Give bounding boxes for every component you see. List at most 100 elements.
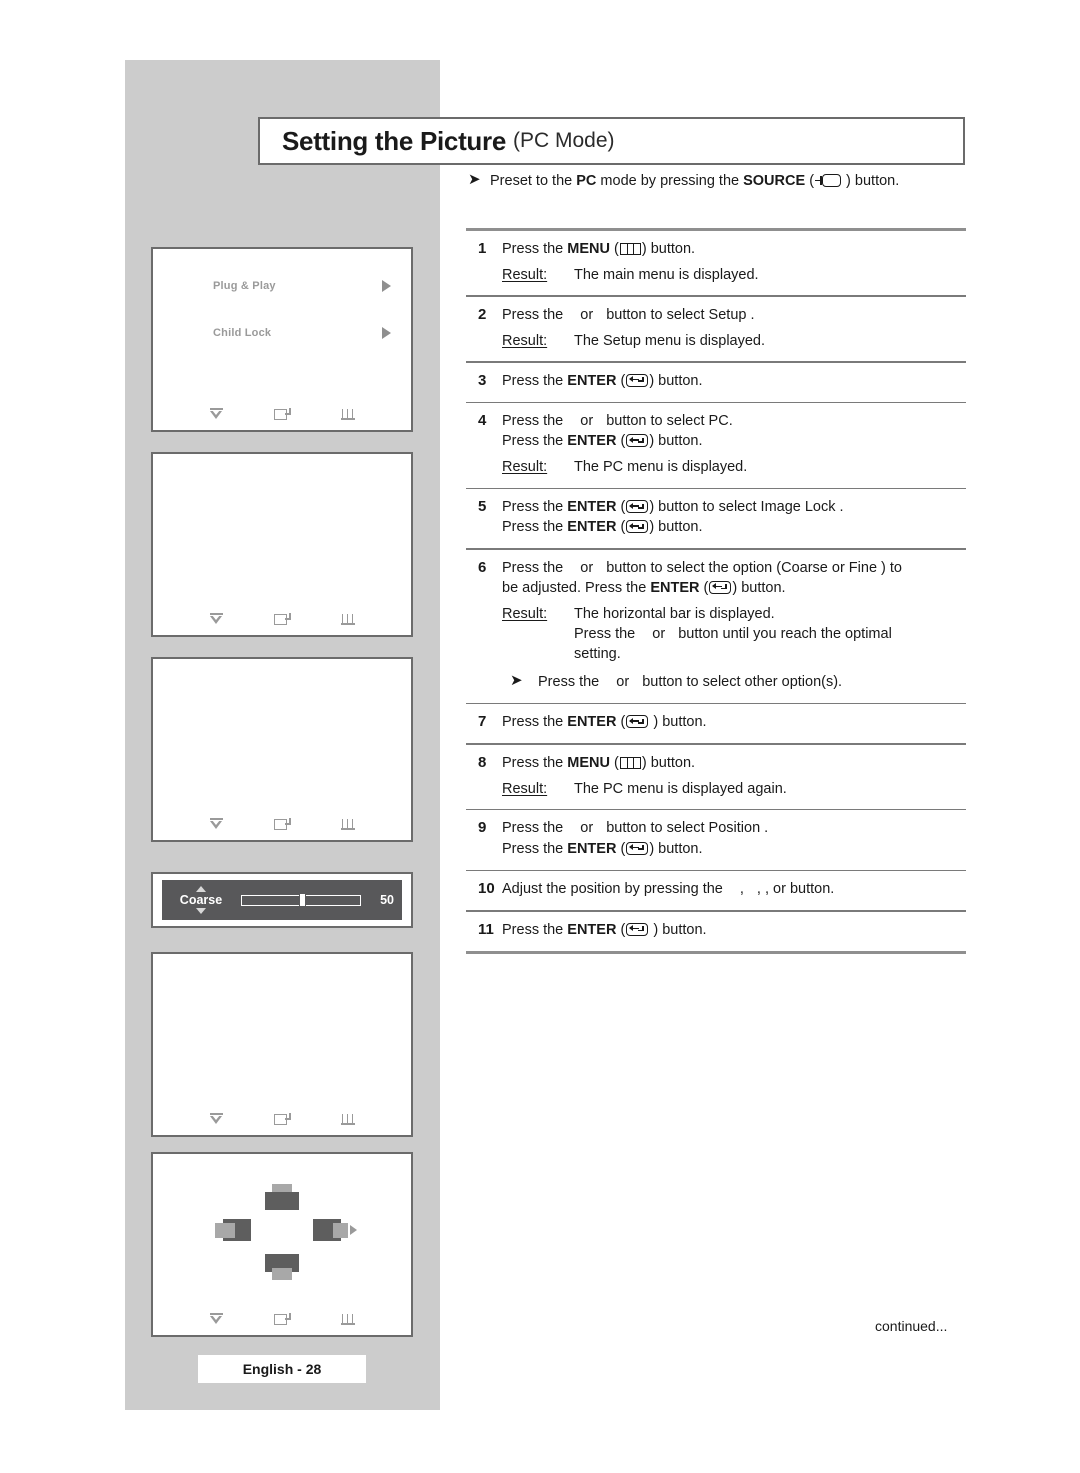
step-result: Result: The horizontal bar is displayed.… [502, 605, 966, 664]
return-icon [340, 408, 356, 421]
tv-screen-image-lock-menu [151, 657, 413, 842]
shift-left-icon[interactable] [215, 1219, 251, 1241]
step-body: Press the ENTER ( ) button. [502, 921, 966, 941]
result-label: Result: [502, 780, 548, 797]
step-body: Press the or button to select PC. Press t… [502, 412, 966, 477]
step-result: Result: The PC menu is displayed. [502, 458, 966, 477]
step-line: Press the ENTER () button. [502, 840, 703, 857]
step-body: Adjust the position by pressing the ,, ,… [502, 880, 966, 900]
tv-screen-pc-menu [151, 452, 413, 637]
enter-icon [273, 613, 291, 626]
result-extra-line2: setting. [574, 646, 621, 663]
step-line: Press the or button to select the option … [502, 559, 902, 576]
step-number: 5 [478, 498, 487, 515]
triangle-down-icon[interactable] [196, 908, 206, 914]
shift-up-icon[interactable] [265, 1184, 299, 1210]
triangle-up-icon[interactable] [196, 886, 206, 892]
osd-navbar [153, 1113, 411, 1126]
enter-key-icon [626, 715, 649, 728]
enter-key-icon [626, 434, 649, 448]
step-result: Result: The Setup menu is displayed. [502, 332, 966, 351]
osd-slider-knob[interactable] [298, 893, 306, 907]
step-body: Press the or button to select Position . … [502, 819, 966, 859]
osd-menu-item-plug-and-play[interactable]: Plug & Play [213, 277, 391, 295]
shift-down-icon[interactable] [265, 1254, 299, 1280]
result-text: The horizontal bar is displayed. Press t… [574, 605, 966, 664]
osd-navbar [153, 1313, 411, 1326]
step-line: Press the or button to select PC. [502, 413, 733, 430]
osd-navbar [153, 408, 411, 421]
step-row: 4 Press the or button to select PC. Press… [466, 403, 966, 487]
page-title: Setting the Picture [282, 125, 506, 156]
step-row: 11 Press the ENTER ( ) button. [466, 912, 966, 951]
step-number: 11 [478, 920, 494, 938]
enter-key-icon [626, 841, 649, 855]
osd-menu-item-label: Child Lock [213, 327, 272, 339]
step-body: Press the or button to select Setup . Res… [502, 306, 966, 351]
osd-slider-track[interactable] [241, 893, 361, 907]
menu-key-icon [619, 756, 641, 769]
shift-right-icon[interactable] [313, 1219, 357, 1241]
intro-note-text: Preset to the PC mode by pressing the SO… [490, 173, 900, 189]
step-line: Adjust the position by pressing the ,, ,… [502, 881, 835, 898]
step-line: Press the ENTER ( ) button. [502, 714, 707, 730]
step-sub-bullet: ➤ Press the or button to select other opt… [502, 673, 966, 692]
step-row: 9 Press the or button to select Position … [466, 810, 966, 869]
page-title-mode: (PC Mode) [513, 129, 615, 152]
osd-menu-list: Plug & Play Child Lock [213, 277, 391, 371]
step-row: 7 Press the ENTER ( ) button. [466, 704, 966, 743]
position-adjust-stage [153, 1166, 411, 1306]
step-body: Press the ENTER () button to select Imag… [502, 498, 966, 538]
move-icon [209, 818, 224, 831]
result-text: The main menu is displayed. [574, 267, 759, 284]
step-line: Press the MENU () button. [502, 754, 696, 771]
move-icon [209, 1113, 224, 1126]
step-line: Press the ENTER () button. [502, 519, 703, 536]
continued-label: continued... [875, 1318, 948, 1334]
step-number: 10 [478, 880, 495, 898]
step-row: 5 Press the ENTER () button to select Im… [466, 489, 966, 548]
result-text: The Setup menu is displayed. [574, 332, 766, 349]
step-body: Press the or button to select the option … [502, 559, 966, 693]
bullet-arrow-icon: ➤ [510, 672, 523, 690]
source-label: SOURCE [743, 173, 806, 189]
osd-menu-item-child-lock[interactable]: Child Lock [213, 324, 391, 342]
step-row: 1 Press the MENU () button. Result: The … [466, 231, 966, 295]
step-row: 3 Press the ENTER () button. [466, 363, 966, 402]
move-icon [209, 1313, 224, 1326]
step-body: Press the ENTER ( ) button. [502, 713, 966, 733]
step-line: Press the ENTER () button to select Imag… [502, 499, 844, 515]
osd-slider-label: Coarse [179, 893, 223, 907]
return-icon [340, 1313, 356, 1326]
step-number: 7 [478, 713, 487, 730]
step-result: Result: The PC menu is displayed again. [502, 780, 966, 799]
bullet-arrow-icon: ➤ [468, 171, 481, 188]
osd-slider-label-group: Coarse [170, 886, 232, 914]
osd-menu-item-label: Plug & Play [213, 280, 276, 292]
result-main-text: The horizontal bar is displayed. [574, 606, 775, 622]
step-line: Press the or button to select Position . [502, 820, 769, 837]
tv-screen-setup-menu: Plug & Play Child Lock [151, 247, 413, 432]
page-title-bar: Setting the Picture (PC Mode) [258, 117, 965, 165]
tv-screen-position-menu [151, 952, 413, 1137]
result-text: The PC menu is displayed again. [574, 780, 787, 797]
step-row: 10 Adjust the position by pressing the ,… [466, 871, 966, 910]
step-row: 8 Press the MENU () button. Result: The … [466, 745, 966, 809]
step-line: Press the ENTER () button. [502, 372, 703, 389]
step-body: Press the MENU () button. Result: The PC… [502, 754, 966, 799]
enter-key-icon [626, 500, 649, 513]
osd-slider-value: 50 [380, 893, 394, 907]
step-number: 6 [478, 558, 487, 576]
return-icon [340, 613, 356, 626]
enter-key-icon [626, 373, 649, 387]
move-icon [209, 408, 224, 421]
osd-navbar [153, 818, 411, 831]
result-extra-line: Press the or button until you reach the o… [574, 626, 892, 643]
divider [466, 950, 966, 954]
tv-screen-coarse-slider: Coarse 50 [151, 872, 413, 928]
step-result: Result: The main menu is displayed. [502, 266, 966, 285]
move-icon [209, 613, 224, 626]
sub-bullet-text: Press the or button to select other optio… [538, 674, 843, 691]
step-row: 6 Press the or button to select the optio… [466, 550, 966, 703]
result-label: Result: [502, 332, 548, 349]
